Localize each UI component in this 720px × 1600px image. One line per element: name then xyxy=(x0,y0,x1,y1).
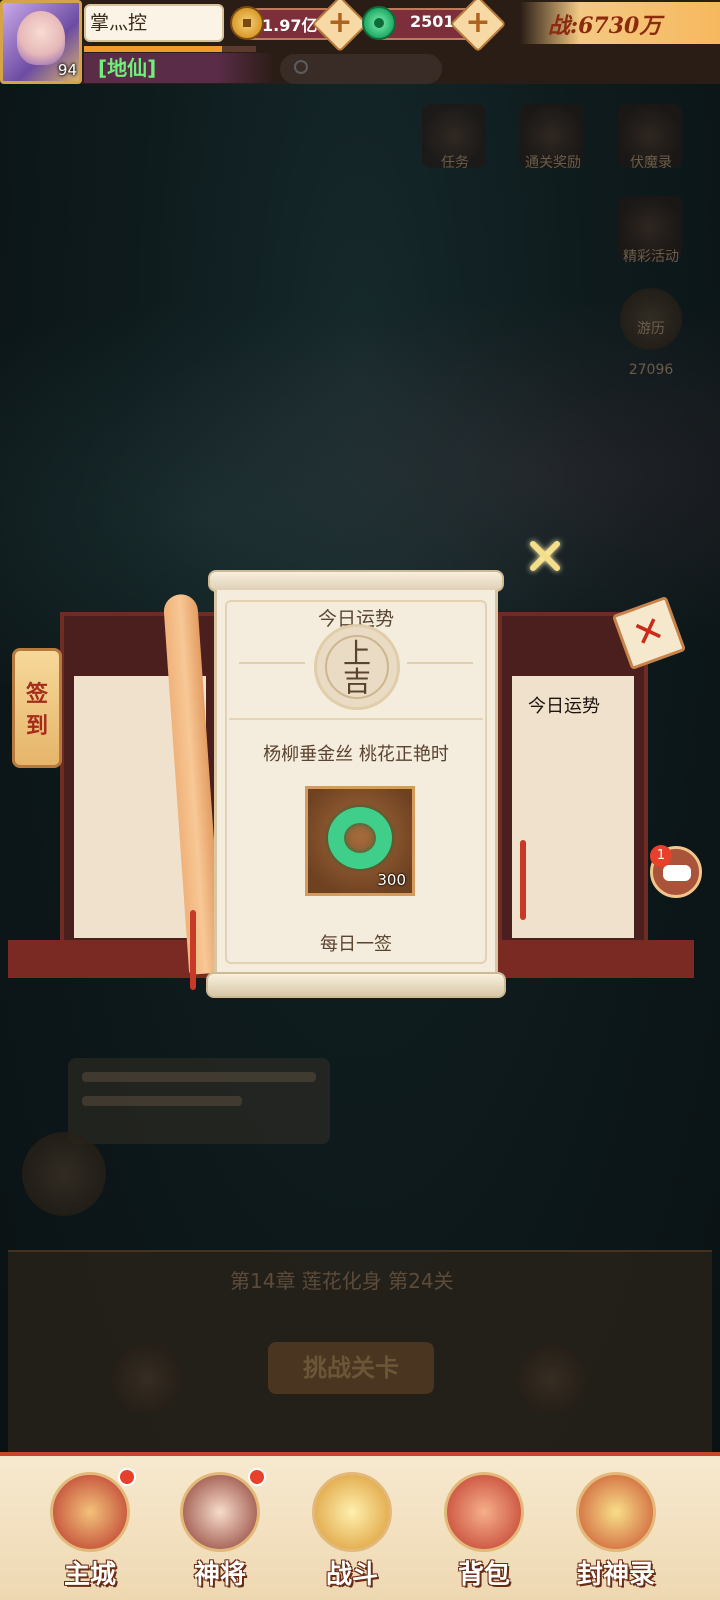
sign-in-tag-char-1: 签 xyxy=(25,682,48,707)
nav-badge-generals xyxy=(248,1468,266,1486)
challenge-button: 挑战关卡 xyxy=(268,1342,434,1394)
city-gate-icon xyxy=(50,1472,130,1552)
backpack-icon xyxy=(444,1472,524,1552)
rule-right xyxy=(407,662,473,664)
hero-portrait-faded xyxy=(22,1132,106,1216)
chat-tip-faded xyxy=(68,1058,330,1144)
close-icon[interactable] xyxy=(524,536,564,576)
coin-icon xyxy=(230,6,264,40)
nav-item-backpack[interactable]: 背包 xyxy=(424,1456,544,1600)
reward-item[interactable]: 300 xyxy=(305,786,415,896)
crossed-swords-icon xyxy=(312,1472,392,1552)
sign-in-tag[interactable]: 签 到 xyxy=(12,648,62,768)
nav-item-records[interactable]: 封神录 xyxy=(556,1456,676,1600)
jade-value: 2501 xyxy=(410,12,455,31)
plus-icon: + xyxy=(465,4,491,40)
right-tassel xyxy=(520,840,526,920)
quick-patrol-icon xyxy=(516,1344,586,1414)
bottom-nav: 主城 神将 战斗 背包 封神录 xyxy=(0,1452,720,1600)
sign-in-tag-char-2: 到 xyxy=(25,714,48,739)
nav-badge-city xyxy=(118,1468,136,1486)
jade-reward-icon xyxy=(328,807,392,869)
player-level: 94 xyxy=(57,61,77,79)
fortune-bottom: 吉 xyxy=(342,665,371,698)
nav-item-city[interactable]: 主城 xyxy=(30,1456,150,1600)
combat-power: 战:6730万 xyxy=(548,13,662,39)
task-label: 任务 xyxy=(441,155,469,171)
travel-count: 27096 xyxy=(628,362,674,378)
chat-icon xyxy=(663,865,691,881)
nav-label-city: 主城 xyxy=(63,1560,116,1590)
general-portrait-icon xyxy=(180,1472,260,1552)
search-icon xyxy=(294,60,308,74)
nav-label-battle: 战斗 xyxy=(325,1560,378,1590)
jade-icon xyxy=(362,6,396,40)
rule-left xyxy=(239,662,305,664)
fortune-side-label: 今日运势 xyxy=(528,696,600,717)
scroll-bottom-roller xyxy=(206,972,506,998)
nav-item-generals[interactable]: 神将 xyxy=(160,1456,280,1600)
nav-label-generals: 神将 xyxy=(193,1560,246,1590)
clear-reward-label: 通关奖励 xyxy=(525,155,581,171)
chat-badge: 1 xyxy=(650,845,672,867)
right-floor xyxy=(498,940,694,978)
scroll-top-roller xyxy=(208,570,504,592)
nav-label-backpack: 背包 xyxy=(457,1560,510,1590)
demon-record-label: 伏魔录 xyxy=(630,155,672,171)
plus-icon: + xyxy=(327,4,353,40)
player-title: [地仙] xyxy=(98,56,157,80)
fortune-seal: 上 吉 xyxy=(314,624,400,710)
dragon-scroll-icon xyxy=(576,1472,656,1552)
reward-count: 300 xyxy=(377,871,406,889)
fortune-poem: 杨柳垂金丝 桃花正艳时 xyxy=(263,744,449,765)
player-name[interactable]: 掌灬控 xyxy=(84,4,224,42)
scroll-divider xyxy=(229,718,483,720)
travel-label: 游历 xyxy=(637,321,665,337)
search-pill-faded xyxy=(280,54,442,84)
seal-ring: 上 吉 xyxy=(325,635,389,699)
player-avatar[interactable]: 94 xyxy=(0,0,82,84)
chapter-text: 第14章 莲花化身 第24关 xyxy=(230,1269,454,1293)
seal-land-icon xyxy=(112,1344,182,1414)
avatar-face xyxy=(17,11,65,65)
events-label: 精彩活动 xyxy=(623,249,679,265)
coin-value: 1.97亿 xyxy=(262,16,318,35)
nav-item-battle[interactable]: 战斗 xyxy=(292,1456,412,1600)
daily-draw-text: 每日一签 xyxy=(320,934,392,955)
fortune-scroll: 今日运势 上 吉 杨柳垂金丝 桃花正艳时 300 每日一签 xyxy=(214,590,498,974)
nav-label-records: 封神录 xyxy=(576,1560,655,1590)
left-tassel xyxy=(190,910,196,990)
